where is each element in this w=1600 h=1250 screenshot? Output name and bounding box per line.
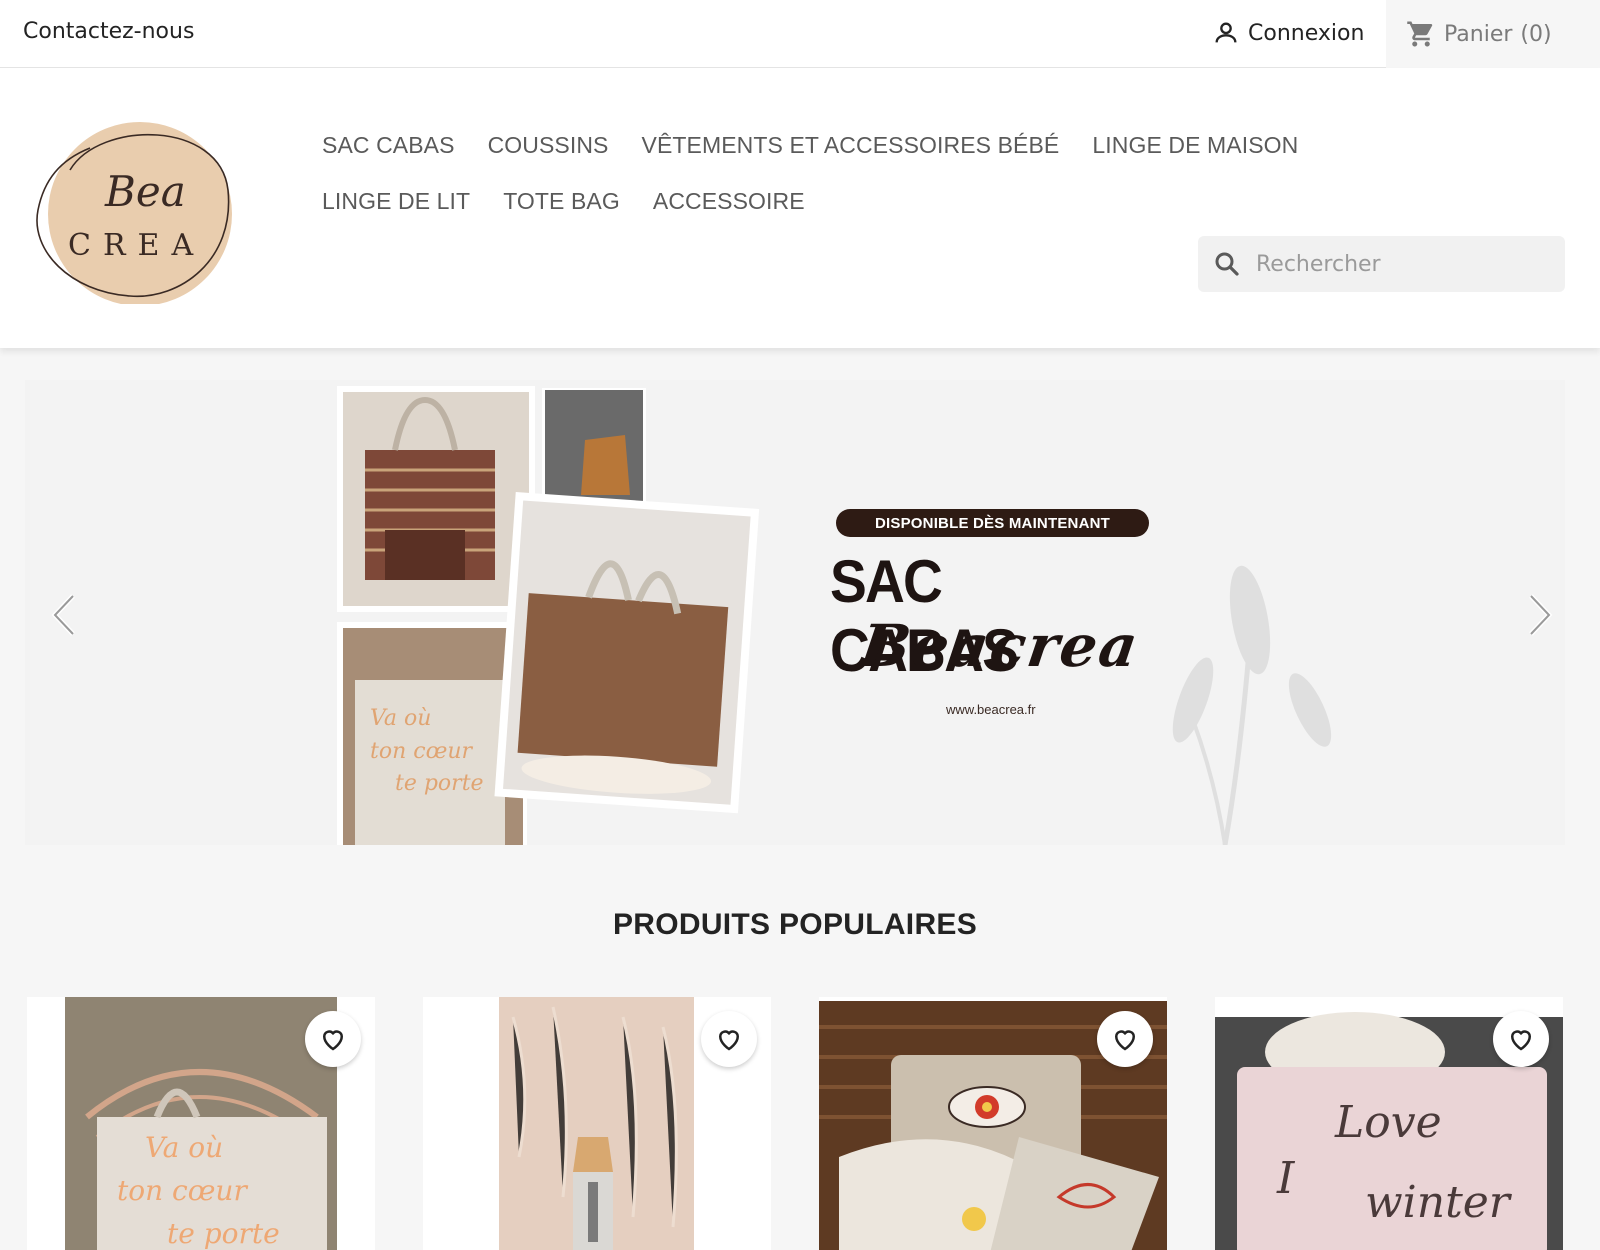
hero-badge: DISPONIBLE DÈS MAINTENANT (836, 509, 1149, 537)
search-icon[interactable] (1212, 249, 1242, 279)
brand-logo[interactable]: Bea CREA (30, 110, 240, 306)
svg-text:te porte: te porte (395, 771, 484, 796)
search-input[interactable] (1256, 251, 1536, 277)
heart-icon (322, 1030, 344, 1051)
svg-text:Va où: Va où (370, 706, 431, 731)
product-text-1: Love (1334, 1097, 1442, 1148)
hero-background: Va où ton cœur te porte (337, 386, 1332, 845)
cart-count: (0) (1520, 21, 1552, 47)
product-text-3: winter (1365, 1177, 1513, 1228)
svg-text:Bea: Bea (104, 167, 186, 216)
wishlist-button[interactable] (305, 1011, 361, 1067)
wishlist-button[interactable] (1493, 1011, 1549, 1067)
nav-item-coussins[interactable]: COUSSINS (488, 132, 609, 159)
product-card[interactable]: Va où ton cœur te porte (27, 997, 375, 1250)
heart-icon (718, 1030, 740, 1051)
hero-url: www.beacrea.fr (946, 702, 1036, 717)
svg-text:CREA: CREA (68, 228, 205, 263)
search-box (1198, 236, 1565, 292)
carousel-next-icon[interactable] (1517, 590, 1561, 640)
heart-icon (1114, 1030, 1136, 1051)
product-text-1: Va où (145, 1131, 223, 1164)
shopping-cart-icon (1407, 21, 1433, 47)
user-icon (1215, 22, 1237, 43)
hero-script-title: Beacrea (856, 612, 1144, 680)
product-card[interactable]: Love I winter (1215, 997, 1563, 1250)
product-text-3: te porte (167, 1217, 280, 1250)
top-utility-bar: Contactez-nous Connexion Panier (0) (0, 0, 1600, 68)
product-card[interactable] (423, 997, 771, 1250)
wishlist-button[interactable] (701, 1011, 757, 1067)
carousel-prev-icon[interactable] (43, 590, 87, 640)
wishlist-button[interactable] (1097, 1011, 1153, 1067)
cart-label: Panier (1444, 21, 1513, 47)
login-label: Connexion (1248, 20, 1365, 46)
nav-item-accessoire[interactable]: ACCESSOIRE (653, 188, 805, 215)
heart-icon (1510, 1030, 1532, 1051)
nav-item-sac-cabas[interactable]: SAC CABAS (322, 132, 455, 159)
svg-text:ton cœur: ton cœur (370, 739, 473, 764)
nav-item-linge-de-maison[interactable]: LINGE DE MAISON (1092, 132, 1298, 159)
product-text-2: ton cœur (117, 1174, 248, 1207)
site-header: Bea CREA SAC CABAS COUSSINS VÊTEMENTS ET… (0, 68, 1600, 348)
cart-button[interactable]: Panier (0) (1386, 0, 1600, 68)
section-title: PRODUITS POPULAIRES (612, 908, 978, 941)
product-card[interactable] (819, 997, 1167, 1250)
nav-item-vetements-bebe[interactable]: VÊTEMENTS ET ACCESSOIRES BÉBÉ (642, 132, 1060, 159)
login-link[interactable]: Connexion (1212, 19, 1364, 47)
hero-carousel[interactable]: Va où ton cœur te porte DISPONIBLE DÈS M… (25, 380, 1565, 845)
nav-item-linge-de-lit[interactable]: LINGE DE LIT (322, 188, 470, 215)
contact-link[interactable]: Contactez-nous (23, 19, 194, 44)
nav-item-tote-bag[interactable]: TOTE BAG (503, 188, 620, 215)
main-navigation: SAC CABAS COUSSINS VÊTEMENTS ET ACCESSOI… (322, 132, 1462, 215)
product-text-2: I (1276, 1153, 1296, 1204)
